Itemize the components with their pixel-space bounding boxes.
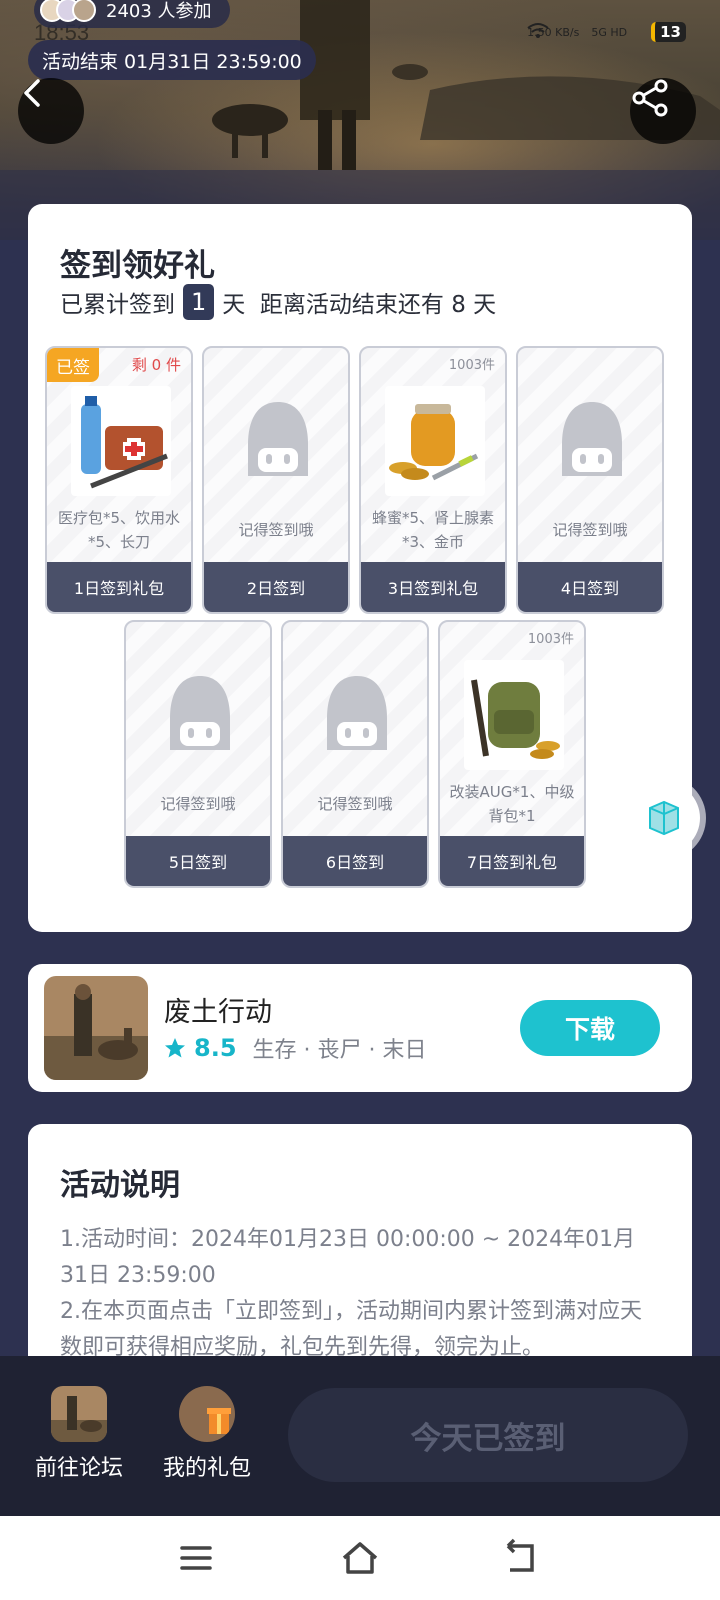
gift-desc: 记得签到哦 [552, 521, 628, 539]
battery-indicator: 13 [651, 22, 686, 42]
gift-day-1[interactable]: 已签 剩 0 件 医疗包*5、饮用水*5、长刀 1日签到礼包 [45, 346, 193, 614]
menu-icon[interactable] [176, 1538, 216, 1578]
forum-label: 前往论坛 [34, 1456, 123, 1481]
back-button[interactable] [18, 78, 84, 144]
my-gifts-button[interactable]: 我的礼包 [152, 1386, 262, 1482]
gift-day-5[interactable]: 记得签到哦 5日签到 [124, 620, 272, 888]
floating-3d-button[interactable] [628, 782, 700, 854]
signin-card: 签到领好礼 已累计签到 1 天 距离活动结束还有 8 天 已签 剩 0 件 医疗… [28, 204, 692, 932]
locked-gift-placeholder-icon [248, 402, 308, 476]
bottom-action-bar: 前往论坛 我的礼包 今天已签到 [0, 1356, 720, 1516]
gift-day-6[interactable]: 记得签到哦 6日签到 [281, 620, 429, 888]
cube-icon [649, 800, 679, 836]
gift-label: 3日签到礼包 [361, 562, 505, 612]
game-rating: 8.5 [194, 1034, 237, 1062]
gift-label: 2日签到 [204, 562, 348, 612]
chevron-left-icon [24, 79, 40, 107]
gift-desc: 医疗包*5、饮用水*5、长刀 [57, 509, 181, 551]
honey-adrenaline-coins-image [385, 386, 485, 496]
gift-stock: 1003件 [448, 358, 495, 373]
my-gifts-label: 我的礼包 [162, 1456, 251, 1481]
signin-remaining: 天 距离活动结束还有 8 天 [222, 292, 497, 318]
gift-label: 4日签到 [518, 562, 662, 612]
gift-desc: 记得签到哦 [238, 521, 314, 539]
aug-backpack-image [464, 660, 564, 770]
signin-title: 签到领好礼 [60, 248, 215, 284]
participant-avatars [40, 0, 96, 22]
system-nav-bar [0, 1516, 720, 1600]
checked-in-button[interactable]: 今天已签到 [288, 1388, 688, 1482]
gift-desc: 记得签到哦 [317, 795, 393, 813]
game-card[interactable]: 废土行动 8.5 生存 · 丧尸 · 末日 下载 [28, 964, 692, 1092]
gift-label: 7日签到礼包 [440, 836, 584, 886]
signal-label: 5G HD [591, 25, 628, 39]
medkit-water-knife-image [71, 386, 171, 496]
gift-label: 5日签到 [126, 836, 270, 886]
status-icons: 1.50 KB/s 5G HD 13 [527, 22, 686, 42]
game-meta: 8.5 生存 · 丧尸 · 末日 [164, 1032, 426, 1064]
signin-prefix: 已累计签到 [60, 292, 175, 318]
game-icon[interactable] [44, 976, 148, 1080]
forum-button[interactable]: 前往论坛 [24, 1386, 134, 1482]
gift-day-7[interactable]: 1003件 改装AUG*1、中级背包*1 7日签到礼包 [438, 620, 586, 888]
locked-gift-placeholder-icon [327, 676, 387, 750]
locked-gift-placeholder-icon [562, 402, 622, 476]
gift-desc: 蜂蜜*5、肾上腺素*3、金币 [371, 509, 495, 551]
home-icon[interactable] [340, 1538, 380, 1578]
gift-desc: 改装AUG*1、中级背包*1 [449, 783, 575, 825]
gift-day-3[interactable]: 1003件 蜂蜜*5、肾上腺素*3、金币 3日签到礼包 [359, 346, 507, 614]
info-text: 1.活动时间：2024年01月23日 00:00:00 ~ 2024年01月31… [60, 1227, 642, 1360]
gift-stock: 1003件 [527, 632, 574, 647]
gift-stock: 剩 0 件 [131, 356, 181, 374]
signin-days-count: 1 [183, 284, 215, 320]
activity-end-time: 活动结束 01月31日 23:59:00 [28, 40, 316, 80]
gift-day-4[interactable]: 记得签到哦 4日签到 [516, 346, 664, 614]
game-tags: 生存 · 丧尸 · 末日 [252, 1038, 427, 1063]
gift-label: 6日签到 [283, 836, 427, 886]
share-button[interactable] [630, 78, 696, 144]
gift-label: 1日签到礼包 [47, 562, 191, 612]
gift-desc: 记得签到哦 [160, 795, 236, 813]
participants-pill: 2403 人参加 [34, 0, 230, 28]
locked-gift-placeholder-icon [170, 676, 230, 750]
participants-count: 2403 人参加 [106, 1, 212, 22]
signin-progress: 已累计签到 1 天 距离活动结束还有 8 天 [60, 284, 496, 320]
my-gifts-icon [179, 1386, 235, 1442]
signed-badge: 已签 [47, 348, 99, 382]
download-button[interactable]: 下载 [520, 1000, 660, 1056]
gift-day-2[interactable]: 记得签到哦 2日签到 [202, 346, 350, 614]
game-name: 废土行动 [164, 997, 272, 1028]
forum-game-icon [51, 1386, 107, 1442]
back-nav-icon[interactable] [500, 1538, 540, 1578]
star-icon [165, 1038, 185, 1058]
share-icon [632, 79, 668, 117]
info-title: 活动说明 [60, 1168, 180, 1203]
